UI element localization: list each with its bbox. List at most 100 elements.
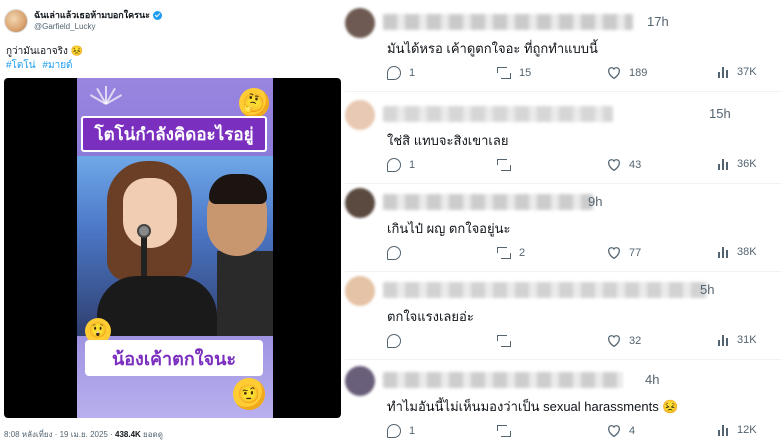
stage-lights-graphic <box>87 84 127 105</box>
retweet-icon <box>497 334 511 348</box>
tweet-media-image[interactable]: 🤔 โตโน่กำลังคิดอะไรอยู่ 😲 น้องเค้าตกใจนะ… <box>4 78 341 418</box>
reply-item[interactable]: 17h มันได้หรอ เค้าดูตกใจอะ ที่ถูกทำแบบนี้… <box>345 4 781 92</box>
tweet-text: กูว่ามันเอาจริง 😣 <box>6 46 84 57</box>
views-button[interactable]: 31K <box>717 334 757 346</box>
tweet-author[interactable]: ฉันเล่าแล้วเธอห้ามบอกใครนะ @Garfield_Luc… <box>4 8 162 33</box>
reply-list: 17h มันได้หรอ เค้าดูตกใจอะ ที่ถูกทำแบบนี้… <box>345 0 781 440</box>
reply-timestamp[interactable]: 17h <box>647 14 669 29</box>
likes-count: 32 <box>629 334 642 347</box>
reply-item[interactable]: 4h ทำไมอันนี้ไม่เห็นมองว่าเป็น sexual har… <box>345 362 781 440</box>
reply-avatar[interactable] <box>345 100 375 130</box>
reply-avatar[interactable] <box>345 8 375 38</box>
microphone-icon <box>137 224 151 238</box>
retweets-count: 15 <box>519 67 532 79</box>
views-button[interactable]: 12K <box>717 424 757 436</box>
views-button[interactable]: 37K <box>717 66 757 78</box>
reply-button[interactable]: 1 <box>387 158 415 172</box>
reply-action-bar: 2 77 38K <box>387 246 777 262</box>
replies-count: 1 <box>409 67 416 79</box>
retweet-button[interactable] <box>497 334 519 348</box>
heart-icon <box>607 246 621 259</box>
reply-avatar[interactable] <box>345 276 375 306</box>
retweet-button[interactable]: 2 <box>497 246 525 260</box>
reply-item[interactable]: 9h เกินไป๋ ผญ ตกใจอยู่นะ 2 77 38K <box>345 184 781 272</box>
reply-timestamp[interactable]: 5h <box>700 282 714 297</box>
likes-count: 189 <box>629 66 648 79</box>
views-count: 36K <box>737 158 757 170</box>
skeptical-emoji-icon: 🤨 <box>233 378 265 410</box>
reply-timestamp[interactable]: 4h <box>645 372 659 387</box>
like-button[interactable]: 4 <box>607 424 635 437</box>
reply-author-name-blurred[interactable] <box>383 14 633 30</box>
heart-icon <box>607 158 621 171</box>
reply-icon <box>387 424 401 438</box>
views-count: 38K <box>737 246 757 258</box>
retweet-icon <box>497 246 511 260</box>
reply-button[interactable] <box>387 334 409 348</box>
avatar[interactable] <box>4 8 28 33</box>
tweet-timestamp[interactable]: 8:08 หลังเที่ยง · 19 เม.ย. 2025 · <box>4 430 113 439</box>
heart-icon <box>607 334 621 347</box>
reply-timestamp[interactable]: 15h <box>709 106 731 121</box>
replies-count: 1 <box>409 425 416 437</box>
like-button[interactable]: 32 <box>607 334 641 347</box>
verified-badge-icon <box>153 10 162 20</box>
like-button[interactable]: 43 <box>607 158 641 171</box>
hashtag-link[interactable]: #มายด์ <box>42 60 72 71</box>
views-icon <box>717 334 729 346</box>
reply-author-name-blurred[interactable] <box>383 194 593 210</box>
media-photo-scene <box>77 156 273 336</box>
views-icon <box>717 66 729 78</box>
retweets-count: 2 <box>519 247 526 259</box>
author-display-name[interactable]: ฉันเล่าแล้วเธอห้ามบอกใครนะ <box>34 9 150 21</box>
reply-text: เกินไป๋ ผญ ตกใจอยู่นะ <box>387 221 511 236</box>
views-count: 37K <box>737 66 757 78</box>
heart-icon <box>607 66 621 79</box>
retweet-button[interactable]: 15 <box>497 66 531 80</box>
likes-count: 4 <box>629 424 636 437</box>
reply-avatar[interactable] <box>345 366 375 396</box>
reply-text: มันได้หรอ เค้าดูตกใจอะ ที่ถูกทำแบบนี้ <box>387 41 598 56</box>
heart-icon <box>607 424 621 437</box>
tweet-meta: 8:08 หลังเที่ยง · 19 เม.ย. 2025 · 438.4K… <box>4 428 163 440</box>
views-button[interactable]: 36K <box>717 158 757 170</box>
reply-author-name-blurred[interactable] <box>383 106 613 122</box>
views-count: 31K <box>737 334 757 346</box>
hashtag-link[interactable]: #โตโน่ <box>6 60 36 71</box>
reply-action-bar: 1 15 189 37K <box>387 66 777 82</box>
reply-icon <box>387 334 401 348</box>
reply-timestamp[interactable]: 9h <box>588 194 602 209</box>
views-button[interactable]: 38K <box>717 246 757 258</box>
reply-author-name-blurred[interactable] <box>383 372 623 388</box>
media-caption-top: โตโน่กำลังคิดอะไรอยู่ <box>81 116 267 152</box>
media-frame: 🤔 โตโน่กำลังคิดอะไรอยู่ 😲 น้องเค้าตกใจนะ… <box>77 78 273 418</box>
reply-avatar[interactable] <box>345 188 375 218</box>
reply-text: ตกใจแรงเลยอ่ะ <box>387 309 474 324</box>
views-icon <box>717 246 729 258</box>
tweet-view-count: 438.4K <box>115 430 141 439</box>
reply-item[interactable]: 15h ใช่สิ แทบจะสิงเขาเลย 1 43 36K <box>345 96 781 184</box>
retweet-button[interactable] <box>497 158 519 172</box>
retweet-button[interactable] <box>497 424 519 438</box>
author-handle[interactable]: @Garfield_Lucky <box>34 21 162 33</box>
tweet-hashtags: #โตโน่ #มายด์ <box>6 58 77 73</box>
retweet-icon <box>497 424 511 438</box>
reply-author-name-blurred[interactable] <box>383 282 708 298</box>
main-tweet: ฉันเล่าแล้วเธอห้ามบอกใครนะ @Garfield_Luc… <box>0 0 345 440</box>
retweet-icon <box>497 158 511 172</box>
reply-item[interactable]: 5h ตกใจแรงเลยอ่ะ 32 31K <box>345 272 781 360</box>
reply-icon <box>387 246 401 260</box>
reply-text: ทำไมอันนี้ไม่เห็นมองว่าเป็น sexual haras… <box>387 399 679 414</box>
like-button[interactable]: 189 <box>607 66 647 79</box>
reply-button[interactable]: 1 <box>387 66 415 80</box>
reply-button[interactable] <box>387 246 409 260</box>
reply-icon <box>387 66 401 80</box>
views-count: 12K <box>737 424 757 436</box>
views-icon <box>717 158 729 170</box>
reply-button[interactable]: 1 <box>387 424 415 438</box>
reply-action-bar: 1 43 36K <box>387 158 777 174</box>
media-caption-bottom: น้องเค้าตกใจนะ <box>85 340 263 376</box>
likes-count: 77 <box>629 246 642 259</box>
like-button[interactable]: 77 <box>607 246 641 259</box>
replies-count: 1 <box>409 159 416 171</box>
